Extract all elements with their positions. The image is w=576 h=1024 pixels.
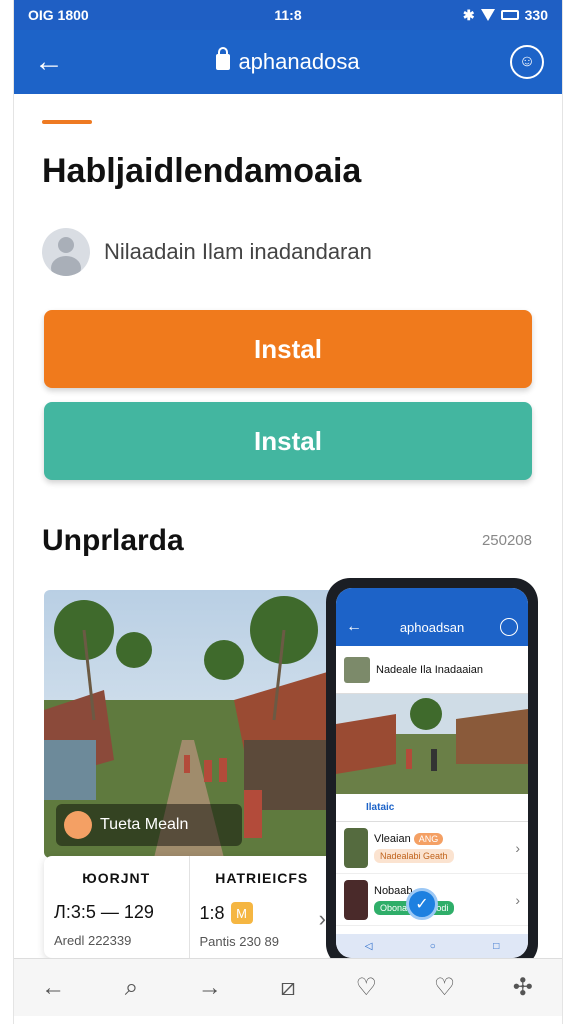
rating-badge: M — [230, 902, 253, 924]
section-title: Unprlarda — [42, 524, 184, 557]
phone-app-bar: ← aphoadsan — [336, 588, 528, 646]
phone-item-title: Vleaian — [374, 832, 411, 845]
stat-value-text: 1:8 — [199, 902, 225, 923]
phone-account-icon — [500, 618, 518, 636]
status-bar: OIG 1800 11:8 ✱ 330 — [14, 0, 562, 30]
install-button-primary[interactable]: Instal — [44, 310, 532, 388]
account-button[interactable]: ☺ — [492, 30, 562, 94]
stats-card: ЮОRJNT Л:3:5 — 129 Aredl 222339 HATRIEIC… — [44, 856, 334, 958]
battery-icon — [500, 10, 519, 20]
back-arrow-icon[interactable]: ← — [14, 30, 84, 94]
stat-sub: Pantis 230 89 — [199, 934, 280, 949]
caption-text: Tueta Mealn — [100, 816, 189, 833]
url-text: aphanadosa — [238, 49, 360, 74]
phone-list-item: Vleaian ANG Nadealabi Geath › — [336, 822, 528, 874]
chevron-right-icon: › — [515, 891, 520, 908]
phone-check-icon: ✓ — [406, 888, 438, 920]
phone-item-chip: Nadealabi Geath — [374, 848, 454, 863]
forward-arrow-icon[interactable]: → — [188, 966, 232, 1010]
phone-mockup: ← aphoadsan Nadeale Ila Inadaaian Ilatai… — [326, 578, 538, 968]
bottom-toolbar: ← ⌕ → ⧄ ♡ ♡ ✣ — [14, 958, 562, 1016]
lock-icon — [216, 47, 231, 70]
stat-sub: Aredl 222339 — [54, 933, 132, 948]
author-name: Nilaadain Ilam inadandaran — [104, 239, 372, 264]
url-field[interactable]: aphanadosa — [84, 47, 492, 75]
preview-image[interactable]: Tueta Mealn — [44, 590, 334, 858]
author-row[interactable]: Nilaadain Ilam inadandaran — [42, 228, 372, 276]
chevron-right-icon[interactable]: › — [319, 906, 326, 932]
phone-header-row: Nadeale Ila Inadaaian — [336, 646, 528, 694]
back-arrow-icon[interactable]: ← — [31, 966, 75, 1010]
extension-icon[interactable]: ✣ — [501, 966, 545, 1010]
status-time: 11:8 — [274, 7, 302, 23]
phone-nav-recent-icon: □ — [493, 940, 500, 952]
app-frame: OIG 1800 11:8 ✱ 330 ← aphanadosa ☺ Hablj… — [14, 0, 562, 1024]
battery-level: 330 — [524, 7, 548, 23]
heart-icon[interactable]: ♡ — [344, 966, 388, 1010]
stat-block-2[interactable]: HATRIEICFS 1:8 M Pantis 230 89 › — [188, 856, 335, 958]
status-icons: ✱ 330 — [375, 7, 548, 24]
phone-nav-home-icon: ○ — [429, 940, 436, 952]
phone-screen: ← aphoadsan Nadeale Ila Inadaaian Ilatai… — [336, 588, 528, 958]
phone-header-title: Nadeale Ila Inadaaian — [376, 663, 484, 676]
bookmark-icon[interactable]: ♡ — [423, 966, 467, 1010]
phone-item-thumb — [344, 827, 368, 868]
stat-value: Л:3:5 — 129 — [54, 902, 179, 923]
edit-icon[interactable]: ⧄ — [266, 966, 310, 1010]
stat-value: 1:8 M — [200, 902, 325, 924]
stat-value-text: Л:3:5 — 129 — [54, 902, 154, 922]
chevron-right-icon: › — [515, 839, 520, 856]
phone-item-tag: ANG — [413, 832, 444, 845]
section-meta: 250208 — [481, 532, 532, 549]
stat-header: HATRIEICFS — [215, 870, 309, 886]
stat-block-1[interactable]: ЮОRJNT Л:3:5 — 129 Aredl 222339 — [44, 856, 189, 958]
bluetooth-icon: ✱ — [462, 6, 475, 23]
account-icon: ☺ — [510, 45, 544, 79]
status-left: OIG 1800 — [28, 7, 89, 23]
accent-line — [42, 120, 92, 124]
wifi-icon — [480, 9, 495, 21]
install-button-secondary[interactable]: Instal — [44, 402, 532, 480]
caption-icon — [64, 811, 92, 839]
search-icon[interactable]: ⌕ — [109, 966, 153, 1010]
phone-image — [336, 694, 528, 794]
phone-nav-bar: ◁ ○ □ — [336, 934, 528, 958]
phone-item-thumb — [344, 879, 368, 920]
app-bar: ← aphanadosa ☺ — [14, 30, 562, 94]
phone-thumb — [344, 656, 370, 683]
stat-header: ЮОRJNT — [82, 870, 151, 886]
phone-tab: Ilataic — [336, 794, 528, 822]
phone-nav-back-icon: ◁ — [364, 940, 373, 952]
image-caption: Tueta Mealn — [56, 804, 242, 846]
page-title: Habljaidlendamoaia — [42, 152, 362, 190]
phone-village-photo — [336, 694, 528, 794]
avatar — [42, 228, 90, 276]
